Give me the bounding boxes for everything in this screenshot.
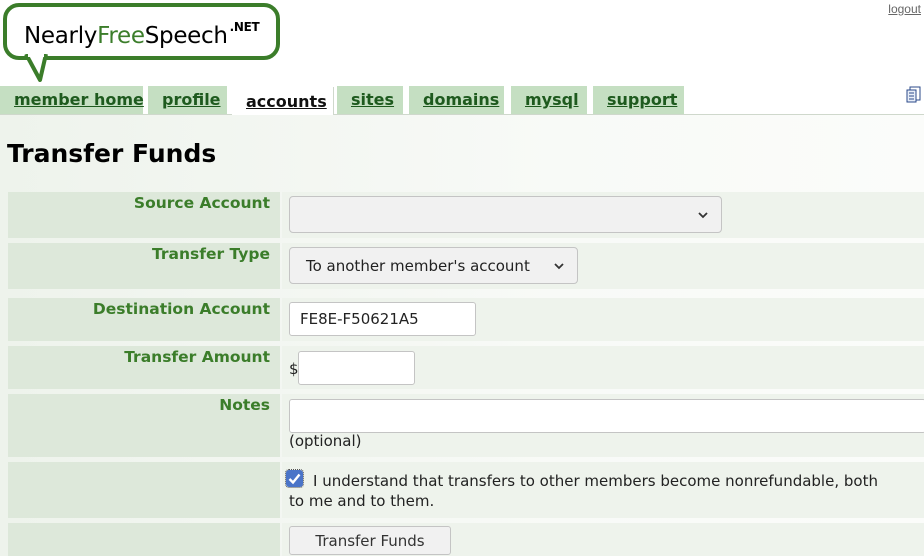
form-row-notes: Notes (optional) <box>8 394 924 457</box>
transfer-funds-button[interactable]: Transfer Funds <box>289 526 451 555</box>
form-row-transfer-amount: Transfer Amount $ <box>8 346 924 389</box>
destination-account-label: Destination Account <box>8 298 280 341</box>
acknowledge-text: I understand that transfers to other mem… <box>289 472 878 510</box>
speech-bubble-tail-icon <box>24 54 48 82</box>
form-row-source-account: Source Account <box>8 192 924 238</box>
tab-mysql[interactable]: mysql <box>511 86 587 114</box>
main-nav: member home profile accounts sites domai… <box>0 85 924 116</box>
chevron-down-icon <box>698 212 708 219</box>
tab-accounts[interactable]: accounts <box>232 87 334 116</box>
source-account-select[interactable] <box>289 196 722 233</box>
transfer-amount-input[interactable] <box>298 351 415 385</box>
transfer-amount-cell: $ <box>282 346 924 389</box>
source-account-label: Source Account <box>8 192 280 238</box>
page-title: Transfer Funds <box>7 139 217 168</box>
site-logo[interactable]: NearlyFreeSpeech .NET <box>3 3 280 60</box>
form-row-transfer-type: Transfer Type To another member's accoun… <box>8 243 924 289</box>
transfer-amount-label: Transfer Amount <box>8 346 280 389</box>
logo-word-nearly: Nearly <box>24 23 98 49</box>
notes-cell: (optional) <box>282 394 924 457</box>
destination-account-cell: FE8E-F50621A5 <box>282 298 924 341</box>
submit-cell: Transfer Funds <box>282 523 924 556</box>
notes-label: Notes <box>8 394 280 457</box>
logout-link[interactable]: logout <box>888 2 921 16</box>
acknowledge-cell: I understand that transfers to other mem… <box>282 462 924 518</box>
transfer-type-select[interactable]: To another member's account <box>289 247 578 284</box>
logo-word-free: Free <box>97 23 145 49</box>
main-content: Transfer Funds Source Account Transfer T… <box>0 115 924 556</box>
notes-input[interactable] <box>289 399 924 433</box>
destination-account-input[interactable]: FE8E-F50621A5 <box>289 302 476 336</box>
notes-hint: (optional) <box>289 432 362 450</box>
document-icon[interactable] <box>906 86 922 103</box>
form-row-acknowledge: I understand that transfers to other mem… <box>8 462 924 518</box>
logo-text: NearlyFreeSpeech .NET <box>24 20 260 49</box>
submit-label-cell <box>8 523 280 556</box>
form-row-destination-account: Destination Account FE8E-F50621A5 <box>8 298 924 341</box>
tab-domains[interactable]: domains <box>409 86 504 114</box>
tab-profile[interactable]: profile <box>148 86 227 114</box>
transfer-type-label: Transfer Type <box>8 243 280 289</box>
logo-word-speech: Speech <box>144 23 228 49</box>
transfer-type-value: To another member's account <box>306 257 530 275</box>
tab-member-home[interactable]: member home <box>0 86 144 114</box>
form-row-submit: Transfer Funds <box>8 523 924 556</box>
transfer-type-cell: To another member's account <box>282 243 924 289</box>
chevron-down-icon <box>554 263 564 270</box>
source-account-cell <box>282 192 924 238</box>
tab-sites[interactable]: sites <box>337 86 403 114</box>
tab-support[interactable]: support <box>593 86 684 114</box>
acknowledge-label-cell <box>8 462 280 518</box>
logo-suffix: .NET <box>229 20 260 34</box>
